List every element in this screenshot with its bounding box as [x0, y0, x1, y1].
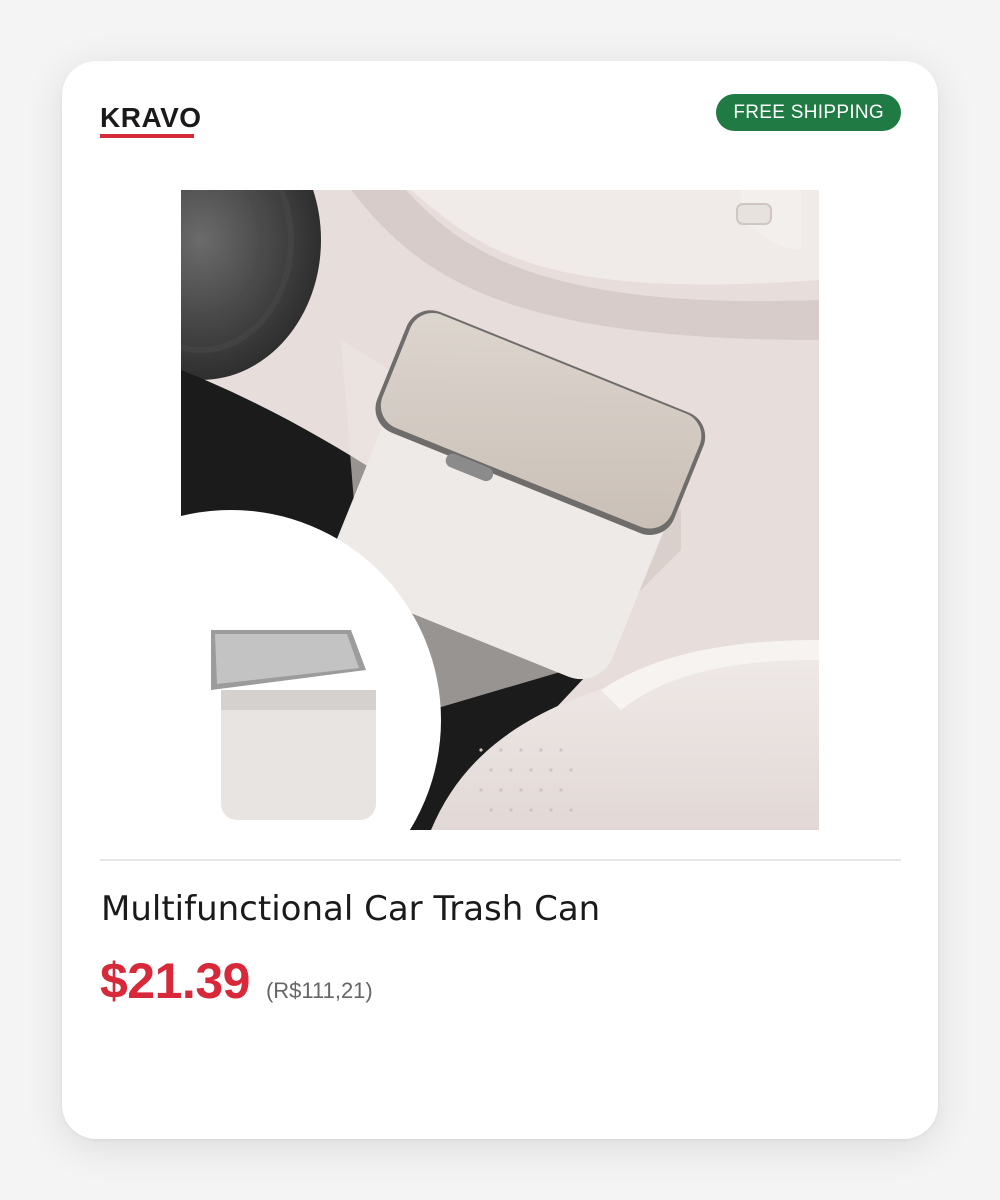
brand-name: KRAVO — [100, 102, 202, 133]
price-converted: (R$111,21) — [265, 978, 373, 1003]
price: $21.39 — [100, 953, 250, 1009]
product-title[interactable]: Multifunctional Car Trash Can — [101, 887, 600, 931]
product-image[interactable] — [181, 190, 819, 830]
product-card[interactable]: KRAVO FREE SHIPPING Multifunctional Car … — [62, 61, 938, 1139]
free-shipping-badge: FREE SHIPPING — [716, 94, 901, 131]
price-row: $21.39 (R$111,21) — [100, 951, 373, 1011]
divider — [100, 859, 901, 861]
brand-underline — [100, 134, 194, 138]
